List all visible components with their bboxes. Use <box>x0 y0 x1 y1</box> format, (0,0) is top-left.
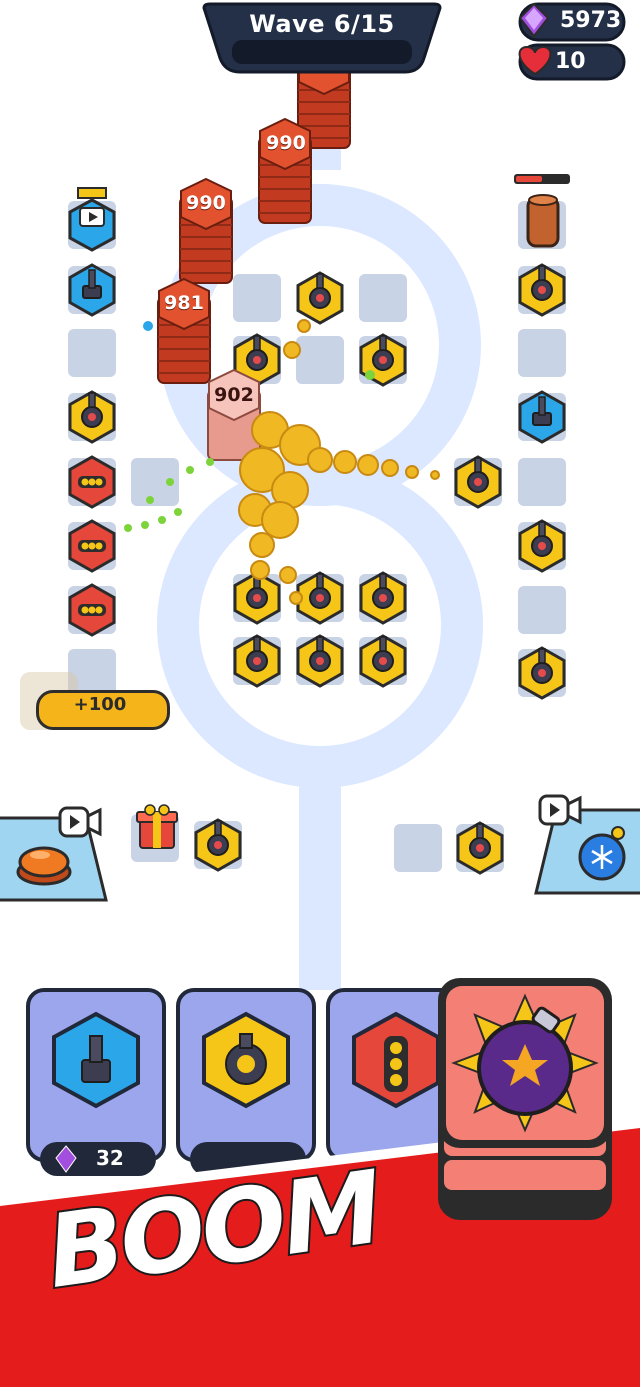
yellow-turret[interactable] <box>359 634 407 688</box>
shop-card-blue[interactable] <box>26 988 166 1162</box>
blue-turret[interactable] <box>68 263 116 317</box>
red-turret[interactable] <box>68 519 116 573</box>
enemy-hp-label: 981 <box>164 292 204 314</box>
yellow-turret[interactable] <box>454 455 502 509</box>
bonus-label: +100 <box>73 694 127 715</box>
red-turret[interactable] <box>68 455 116 509</box>
yellow-turret[interactable] <box>233 571 281 625</box>
red-turret[interactable] <box>68 583 116 637</box>
blue-projectile <box>143 321 153 331</box>
yellow-turret[interactable] <box>68 390 116 444</box>
yellow-turret[interactable] <box>296 571 344 625</box>
gems-count: 5973 <box>560 8 622 33</box>
enemy-hp-label: 990 <box>186 192 226 214</box>
yellow-turret[interactable] <box>194 818 242 872</box>
gift-box-icon[interactable] <box>136 804 178 849</box>
yellow-turret[interactable] <box>296 634 344 688</box>
yellow-turret[interactable] <box>233 634 281 688</box>
yellow-turret[interactable] <box>296 271 344 325</box>
yellow-turret[interactable] <box>456 821 504 875</box>
featured-bomb-card[interactable] <box>438 978 612 1220</box>
yellow-turret[interactable] <box>518 519 566 573</box>
lives-count: 10 <box>555 49 586 74</box>
enemy-hp-label: 902 <box>214 384 254 406</box>
yellow-turret[interactable] <box>518 263 566 317</box>
wave-progress-bar <box>232 40 412 64</box>
video-ad-icon[interactable] <box>538 794 582 826</box>
wave-label: Wave 6/15 <box>249 10 395 38</box>
shop-card-yellow[interactable] <box>176 988 316 1162</box>
yellow-turret[interactable] <box>359 571 407 625</box>
yellow-turret[interactable] <box>518 646 566 700</box>
blue-turret[interactable] <box>518 390 566 444</box>
video-reward-tower[interactable] <box>68 187 116 252</box>
shop-price-blue: 32 <box>96 1146 124 1170</box>
video-ad-icon[interactable] <box>58 806 102 838</box>
enemy-hp-label: 990 <box>266 132 306 154</box>
